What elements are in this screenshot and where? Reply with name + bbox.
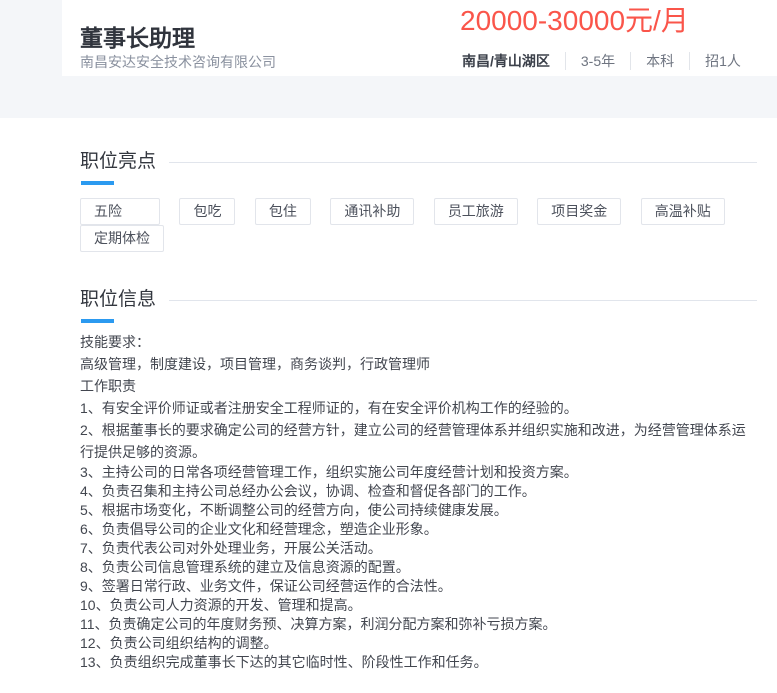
- highlight-tags: 五险 包吃 包住 通讯补助 员工旅游 项目奖金 高温补贴 定期体检: [80, 198, 757, 252]
- highlights-title: 职位亮点: [80, 151, 156, 185]
- highlight-tag: 包住: [254, 198, 311, 225]
- desc-line-item-8: 8、负责公司信息管理系统的建立及信息资源的配置。: [80, 559, 410, 575]
- desc-line-item-12: 12、负责公司组织结构的调整。: [80, 635, 278, 651]
- meta-location: 南昌/青山湖区: [462, 53, 550, 69]
- desc-line-item-7: 7、负责代表公司对外处理业务，开展公关活动。: [80, 540, 382, 556]
- highlight-tag: 包吃: [179, 198, 236, 225]
- job-title: 董事长助理: [80, 25, 195, 52]
- highlight-tag: 通讯补助: [330, 198, 415, 225]
- highlights-section-header: 职位亮点: [80, 151, 757, 185]
- desc-line-duties-label: 工作职责: [80, 378, 136, 394]
- desc-line-skills: 高级管理，制度建设，项目管理，商务谈判，行政管理师: [80, 356, 430, 372]
- meta-experience: 3-5年: [564, 52, 630, 70]
- desc-line-skills-label: 技能要求：: [80, 334, 150, 350]
- highlight-tag: 定期体检: [80, 225, 164, 252]
- highlight-tag: 项目奖金: [537, 198, 622, 225]
- info-title: 职位信息: [80, 289, 156, 323]
- job-meta-row: 南昌/青山湖区 3-5年 本科 招1人: [462, 52, 741, 70]
- meta-education: 本科: [630, 52, 689, 70]
- desc-line-item-2: 2、根据董事长的要求确定公司的经营方针，建立公司的经营管理体系并组织实施和改进，…: [80, 422, 746, 460]
- desc-line-item-10: 10、负责公司人力资源的开发、管理和提高。: [80, 597, 362, 613]
- highlight-tag: 五险: [80, 198, 160, 225]
- desc-line-item-3: 3、主持公司的日常各项经营管理工作，组织实施公司年度经营计划和投资方案。: [80, 464, 578, 480]
- info-section-header: 职位信息: [80, 289, 757, 323]
- salary-range: 20000-30000元/月: [460, 5, 689, 36]
- highlight-tag: 员工旅游: [433, 198, 518, 225]
- highlight-tag: 高温补贴: [640, 198, 725, 225]
- desc-line-item-6: 6、负责倡导公司的企业文化和经营理念，塑造企业形象。: [80, 521, 438, 537]
- section-divider-line: [169, 162, 757, 163]
- desc-line-item-1: 1、有安全评价师证或者注册安全工程师证的，有在安全评价机构工作的经验的。: [80, 400, 578, 416]
- meta-headcount: 招1人: [689, 52, 741, 70]
- desc-line-item-5: 5、根据市场变化，不断调整公司的经营方向，使公司持续健康发展。: [80, 502, 508, 518]
- job-description: 技能要求： 高级管理，制度建设，项目管理，商务谈判，行政管理师 工作职责 1、有…: [80, 331, 757, 672]
- job-detail-page: 董事长助理 南昌安达安全技术咨询有限公司 20000-30000元/月 南昌/青…: [0, 0, 777, 693]
- desc-line-item-11: 11、负责确定公司的年度财务预、决算方案，利润分配方案和弥补亏损方案。: [80, 616, 557, 632]
- company-name[interactable]: 南昌安达安全技术咨询有限公司: [80, 53, 276, 71]
- desc-line-item-13: 13、负责组织完成董事长下达的其它临时性、阶段性工作和任务。: [80, 654, 488, 670]
- job-content: 职位亮点 五险 包吃 包住 通讯补助 员工旅游 项目奖金 高温补贴 定期体检 职…: [80, 118, 757, 672]
- desc-line-item-9: 9、签署日常行政、业务文件，保证公司经营运作的合法性。: [80, 578, 452, 594]
- job-header: 董事长助理 南昌安达安全技术咨询有限公司 20000-30000元/月 南昌/青…: [62, 0, 777, 76]
- section-divider-line: [169, 300, 757, 301]
- desc-line-item-4: 4、负责召集和主持公司总经办公会议，协调、检查和督促各部门的工作。: [80, 483, 536, 499]
